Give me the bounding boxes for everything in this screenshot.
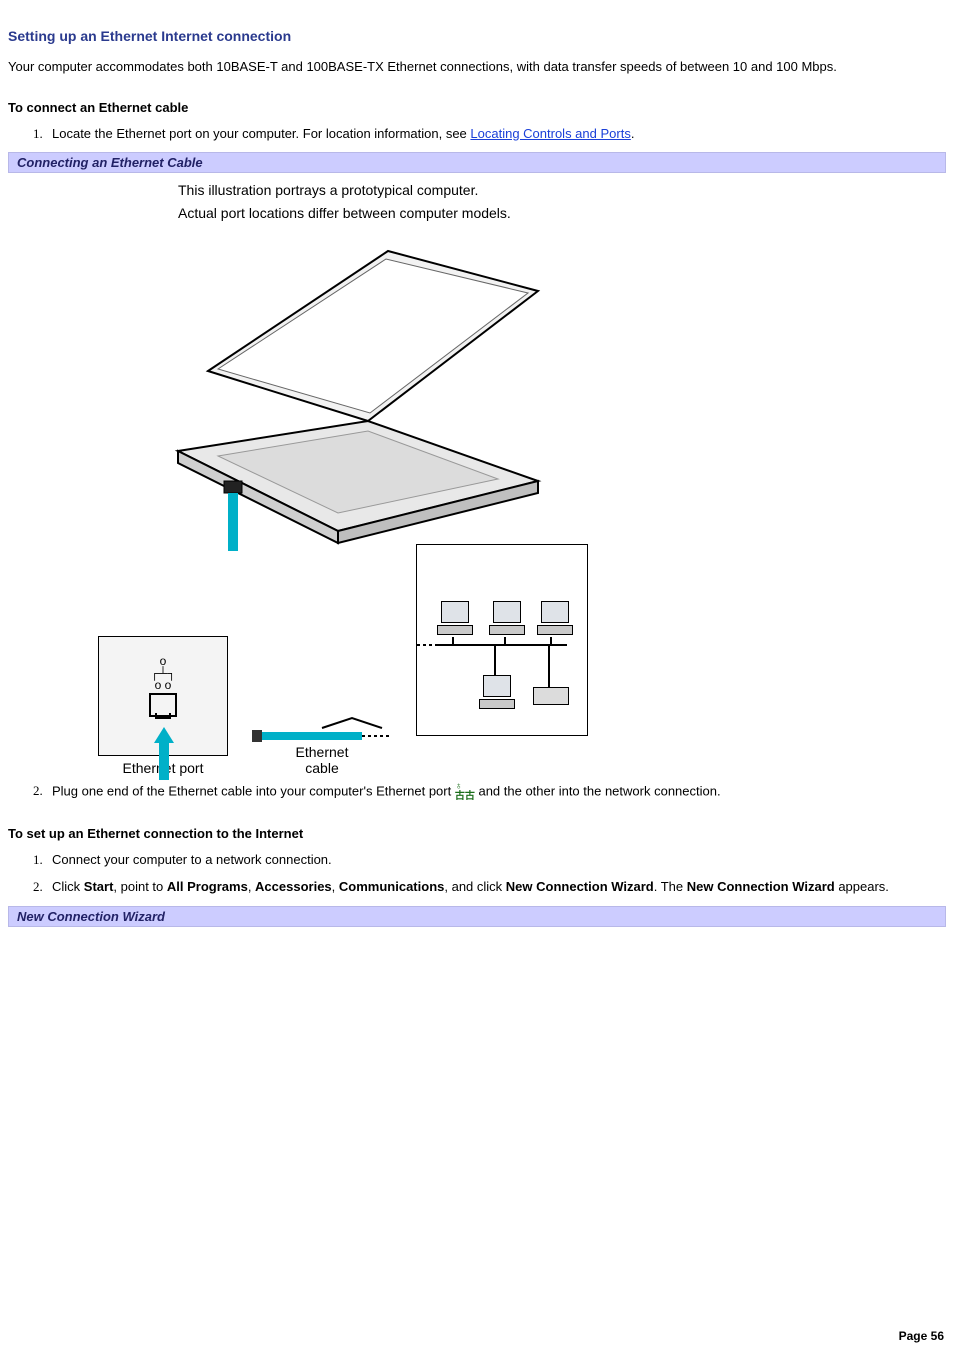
step-plug-cable: Plug one end of the Ethernet cable into … bbox=[46, 782, 946, 802]
bold-all-programs: All Programs bbox=[167, 879, 248, 894]
ethernet-cable-label-2: cable bbox=[305, 760, 338, 776]
section-heading-connect-cable: To connect an Ethernet cable bbox=[8, 100, 946, 115]
t: . The bbox=[654, 879, 687, 894]
network-panel bbox=[416, 544, 588, 736]
illustration-note-2: Actual port locations differ between com… bbox=[178, 204, 511, 223]
ethernet-jack-icon bbox=[149, 693, 177, 717]
cable-arrow-icon bbox=[144, 725, 184, 785]
t: , bbox=[332, 879, 339, 894]
section-heading-setup-internet: To set up an Ethernet connection to the … bbox=[8, 826, 946, 841]
step-new-connection-wizard: Click Start, point to All Programs, Acce… bbox=[46, 878, 946, 896]
cable-horizontal-icon bbox=[252, 700, 392, 744]
laptop-illustration bbox=[8, 231, 946, 554]
step-locate-port: Locate the Ethernet port on your compute… bbox=[46, 125, 946, 143]
bold-new-connection-wizard: New Connection Wizard bbox=[506, 879, 654, 894]
step-text-post: and the other into the network connectio… bbox=[478, 783, 720, 798]
t: Click bbox=[52, 879, 84, 894]
bold-new-connection-wizard-2: New Connection Wizard bbox=[687, 879, 835, 894]
ethernet-icon: o┌┴┐o o bbox=[150, 655, 176, 691]
bold-accessories: Accessories bbox=[255, 879, 332, 894]
t: , and click bbox=[444, 879, 505, 894]
page-number: Page 56 bbox=[899, 1329, 944, 1343]
figure-detail-row: o┌┴┐o o Ethernet port Ethernet cable bbox=[8, 544, 946, 776]
t: , point to bbox=[113, 879, 166, 894]
illustration-note-1: This illustration portrays a prototypica… bbox=[178, 181, 511, 200]
intro-paragraph: Your computer accommodates both 10BASE-T… bbox=[8, 58, 946, 76]
figure-caption-ethernet-cable: Connecting an Ethernet Cable bbox=[8, 152, 946, 173]
figure-caption-new-connection-wizard: New Connection Wizard bbox=[8, 906, 946, 927]
ethernet-inline-icon: ♁古古 bbox=[455, 782, 475, 802]
step-text: Plug one end of the Ethernet cable into … bbox=[52, 783, 455, 798]
network-lines-icon bbox=[417, 545, 587, 735]
ethernet-cable-label-1: Ethernet bbox=[296, 744, 349, 760]
t: appears. bbox=[835, 879, 889, 894]
step-text-post: . bbox=[631, 126, 635, 141]
step-connect-network: Connect your computer to a network conne… bbox=[46, 851, 946, 869]
link-locating-controls[interactable]: Locating Controls and Ports bbox=[470, 126, 630, 141]
step-text: Locate the Ethernet port on your compute… bbox=[52, 126, 470, 141]
ethernet-port-panel: o┌┴┐o o bbox=[98, 636, 228, 756]
t: , bbox=[248, 879, 255, 894]
bold-start: Start bbox=[84, 879, 114, 894]
page-title: Setting up an Ethernet Internet connecti… bbox=[8, 28, 946, 44]
bold-communications: Communications bbox=[339, 879, 444, 894]
